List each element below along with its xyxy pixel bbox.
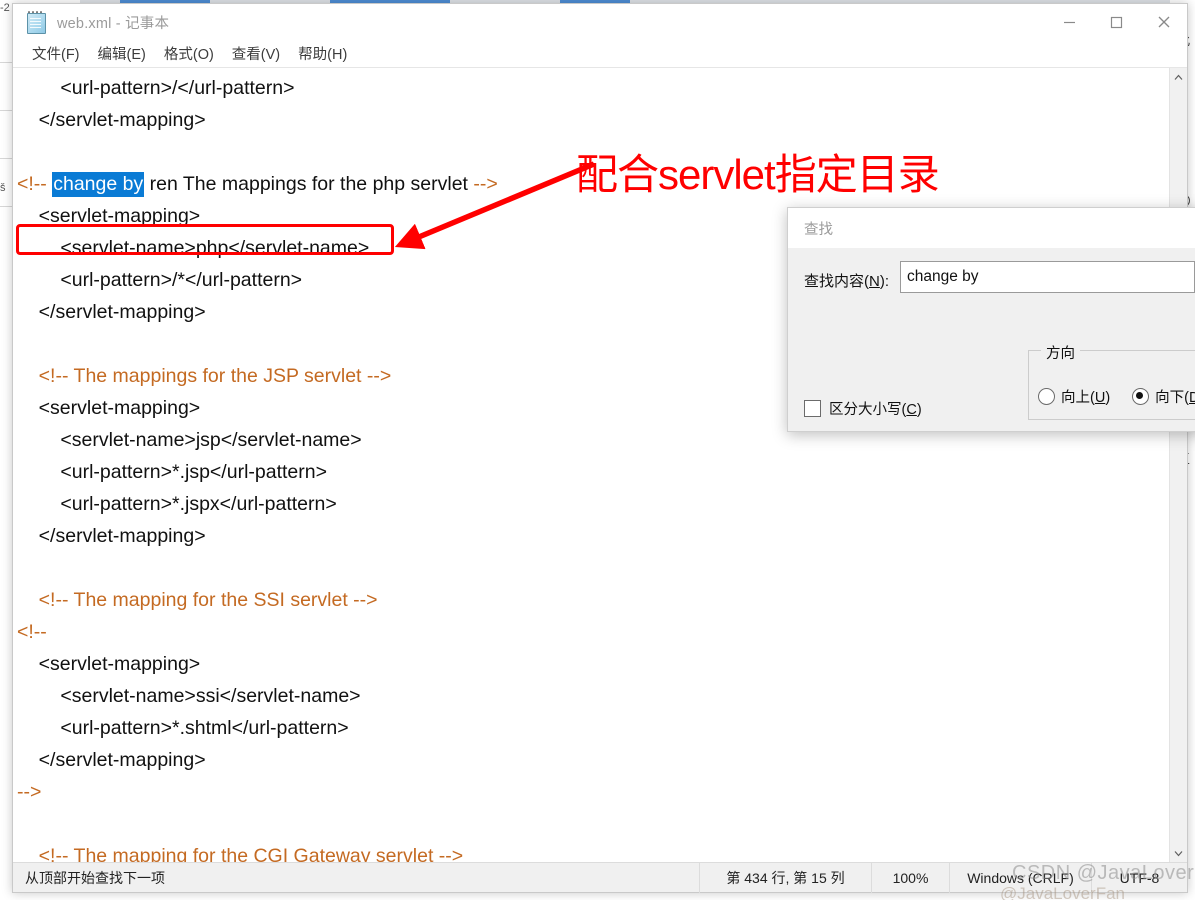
- find-input-label: 查找内容(N):: [804, 273, 890, 290]
- radio-direction-down[interactable]: 向下(D): [1132, 386, 1195, 407]
- maximize-button[interactable]: [1093, 4, 1140, 40]
- status-message: 从顶部开始查找下一项: [25, 869, 165, 886]
- radio-down-icon: [1132, 388, 1150, 405]
- close-icon: [1158, 16, 1169, 28]
- vertical-scrollbar[interactable]: [1169, 68, 1187, 862]
- annotation-callout-text: 配合servlet指定目录: [576, 151, 940, 198]
- window-controls: [1046, 4, 1187, 40]
- menu-view[interactable]: 查看(V): [223, 41, 289, 66]
- code-line: <servlet-mapping>: [17, 653, 201, 675]
- minimize-button[interactable]: [1046, 4, 1093, 40]
- window-title: web.xml - 记事本: [57, 15, 170, 32]
- code-line: </servlet-mapping>: [17, 109, 206, 131]
- radio-up-icon: [1038, 388, 1055, 405]
- code-line: </servlet-mapping>: [17, 525, 206, 547]
- find-input[interactable]: [900, 261, 1195, 293]
- checkbox-match-case-label: 区分大小写(C): [829, 402, 922, 418]
- notepad-window: web.xml - 记事本 文件(F) 编辑(E) 格式(O) 查看(V) 帮助…: [12, 3, 1188, 893]
- radio-up-label: 向上(U): [1061, 390, 1111, 406]
- title-bar[interactable]: web.xml - 记事本: [13, 4, 1187, 40]
- code-line: </servlet-mapping>: [17, 749, 206, 771]
- chevron-down-icon: [1174, 850, 1183, 856]
- radio-direction-up[interactable]: 向上(U): [1038, 386, 1110, 407]
- menu-bar: 文件(F) 编辑(E) 格式(O) 查看(V) 帮助(H): [13, 40, 1187, 68]
- menu-edit[interactable]: 编辑(E): [89, 41, 155, 66]
- direction-group-legend: 方向: [1041, 342, 1080, 363]
- find-dialog: 查找 查找内容(N): 方向 向上(U) 向下(D) 区分大小写(C): [787, 207, 1195, 432]
- code-line: <!--: [17, 621, 47, 643]
- watermark-text: CSDN @JavaLoverFan: [1012, 862, 1195, 884]
- menu-file[interactable]: 文件(F): [23, 41, 89, 66]
- notepad-icon: [25, 11, 47, 34]
- status-cursor-position: 第 434 行, 第 15 列: [699, 862, 871, 893]
- background-left-edge: -2 š: [0, 0, 12, 900]
- code-line: <servlet-name>ssi</servlet-name>: [17, 685, 361, 707]
- code-line: <url-pattern>*.shtml</url-pattern>: [17, 717, 349, 739]
- menu-help[interactable]: 帮助(H): [289, 41, 356, 66]
- code-line: -->: [17, 781, 42, 803]
- find-dialog-title: 查找: [788, 208, 1195, 248]
- radio-down-label: 向下(D): [1155, 390, 1195, 406]
- minimize-icon: [1064, 21, 1075, 23]
- watermark-text-secondary: @JavaLoverFan: [1000, 884, 1125, 900]
- scroll-up-arrow[interactable]: [1170, 68, 1187, 86]
- maximize-icon: [1110, 16, 1123, 28]
- find-dialog-body: 查找内容(N): 方向 向上(U) 向下(D) 区分大小写(C): [788, 248, 1195, 431]
- code-line: <url-pattern>*.jsp</url-pattern>: [17, 461, 327, 483]
- checkbox-match-case[interactable]: 区分大小写(C): [804, 398, 922, 419]
- scroll-down-arrow[interactable]: [1170, 844, 1187, 862]
- checkbox-match-case-icon: [804, 400, 821, 417]
- chevron-up-icon: [1174, 74, 1183, 80]
- code-line: <!-- The mapping for the SSI servlet -->: [38, 589, 378, 611]
- menu-format[interactable]: 格式(O): [155, 41, 223, 66]
- code-line: <url-pattern>/</url-pattern>: [17, 77, 295, 99]
- direction-radio-row: 向上(U) 向下(D): [1038, 386, 1195, 407]
- close-button[interactable]: [1140, 4, 1187, 40]
- screen-root: -2 š 此 ● ◎ 去 复 in ni 0 g l g web.xml - 记…: [0, 0, 1195, 900]
- code-line: <url-pattern>*.jspx</url-pattern>: [17, 493, 337, 515]
- status-zoom-level: 100%: [871, 862, 949, 893]
- code-line: <!-- The mapping for the CGI Gateway ser…: [38, 845, 464, 862]
